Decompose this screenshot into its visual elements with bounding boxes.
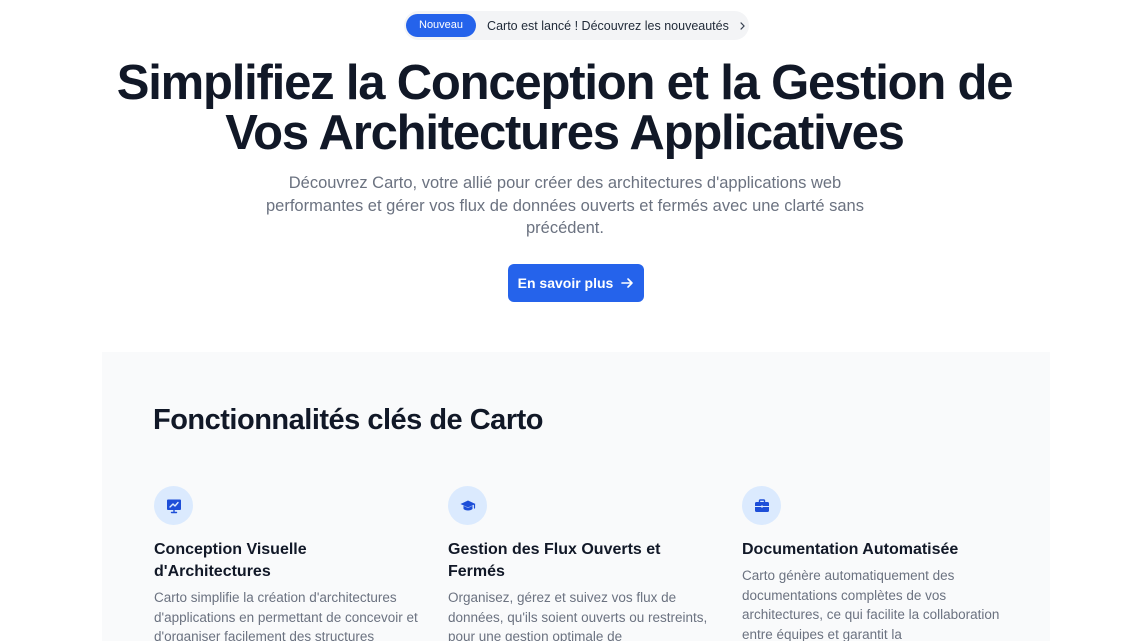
feature-title: Gestion des Flux Ouverts et Fermés [448, 541, 661, 580]
learn-more-label: En savoir plus [517, 275, 614, 291]
hero-subtitle: Découvrez Carto, votre allié pour créer … [266, 174, 864, 237]
briefcase-icon [754, 498, 769, 512]
feature-description: Organisez, gérez et suivez vos flux de d… [448, 590, 708, 641]
arrow-right-icon [621, 278, 634, 288]
presentation-chart-icon [166, 499, 181, 513]
features-section: Fonctionnalités clés de Carto Conception… [102, 352, 1050, 641]
feature-icon-container [742, 486, 781, 525]
chevron-right-icon [740, 21, 745, 30]
hero-title: Simplifiez la Conception et la Gestion d… [0, 58, 1129, 158]
announcement-text: Carto est lancé ! Découvrez les nouveaut… [487, 18, 729, 33]
hero-title-line-1: Simplifiez la Conception et la Gestion d… [116, 56, 1014, 110]
hero-title-line-2: Vos Architectures Applicatives [225, 106, 905, 160]
announcement-banner[interactable]: Nouveau Carto est lancé ! Découvrez les … [404, 11, 749, 40]
new-badge: Nouveau [406, 14, 477, 37]
feature-card-flow-management: Gestion des Flux Ouverts et Fermés Organ… [448, 486, 718, 641]
feature-title: Documentation Automatisée [742, 541, 959, 558]
feature-title: Conception Visuelle d'Architectures [154, 541, 307, 580]
feature-description: Carto simplifie la création d'architectu… [154, 590, 418, 641]
feature-card-documentation: Documentation Automatisée Carto génère a… [742, 486, 1012, 641]
graduation-cap-icon [460, 500, 475, 510]
feature-icon-container [154, 486, 193, 525]
learn-more-button[interactable]: En savoir plus [508, 264, 644, 302]
feature-description: Carto génère automatiquement des documen… [742, 568, 1000, 641]
feature-card-visual-design: Conception Visuelle d'Architectures Cart… [154, 486, 424, 641]
features-title: Fonctionnalités clés de Carto [153, 404, 543, 436]
feature-icon-container [448, 486, 487, 525]
